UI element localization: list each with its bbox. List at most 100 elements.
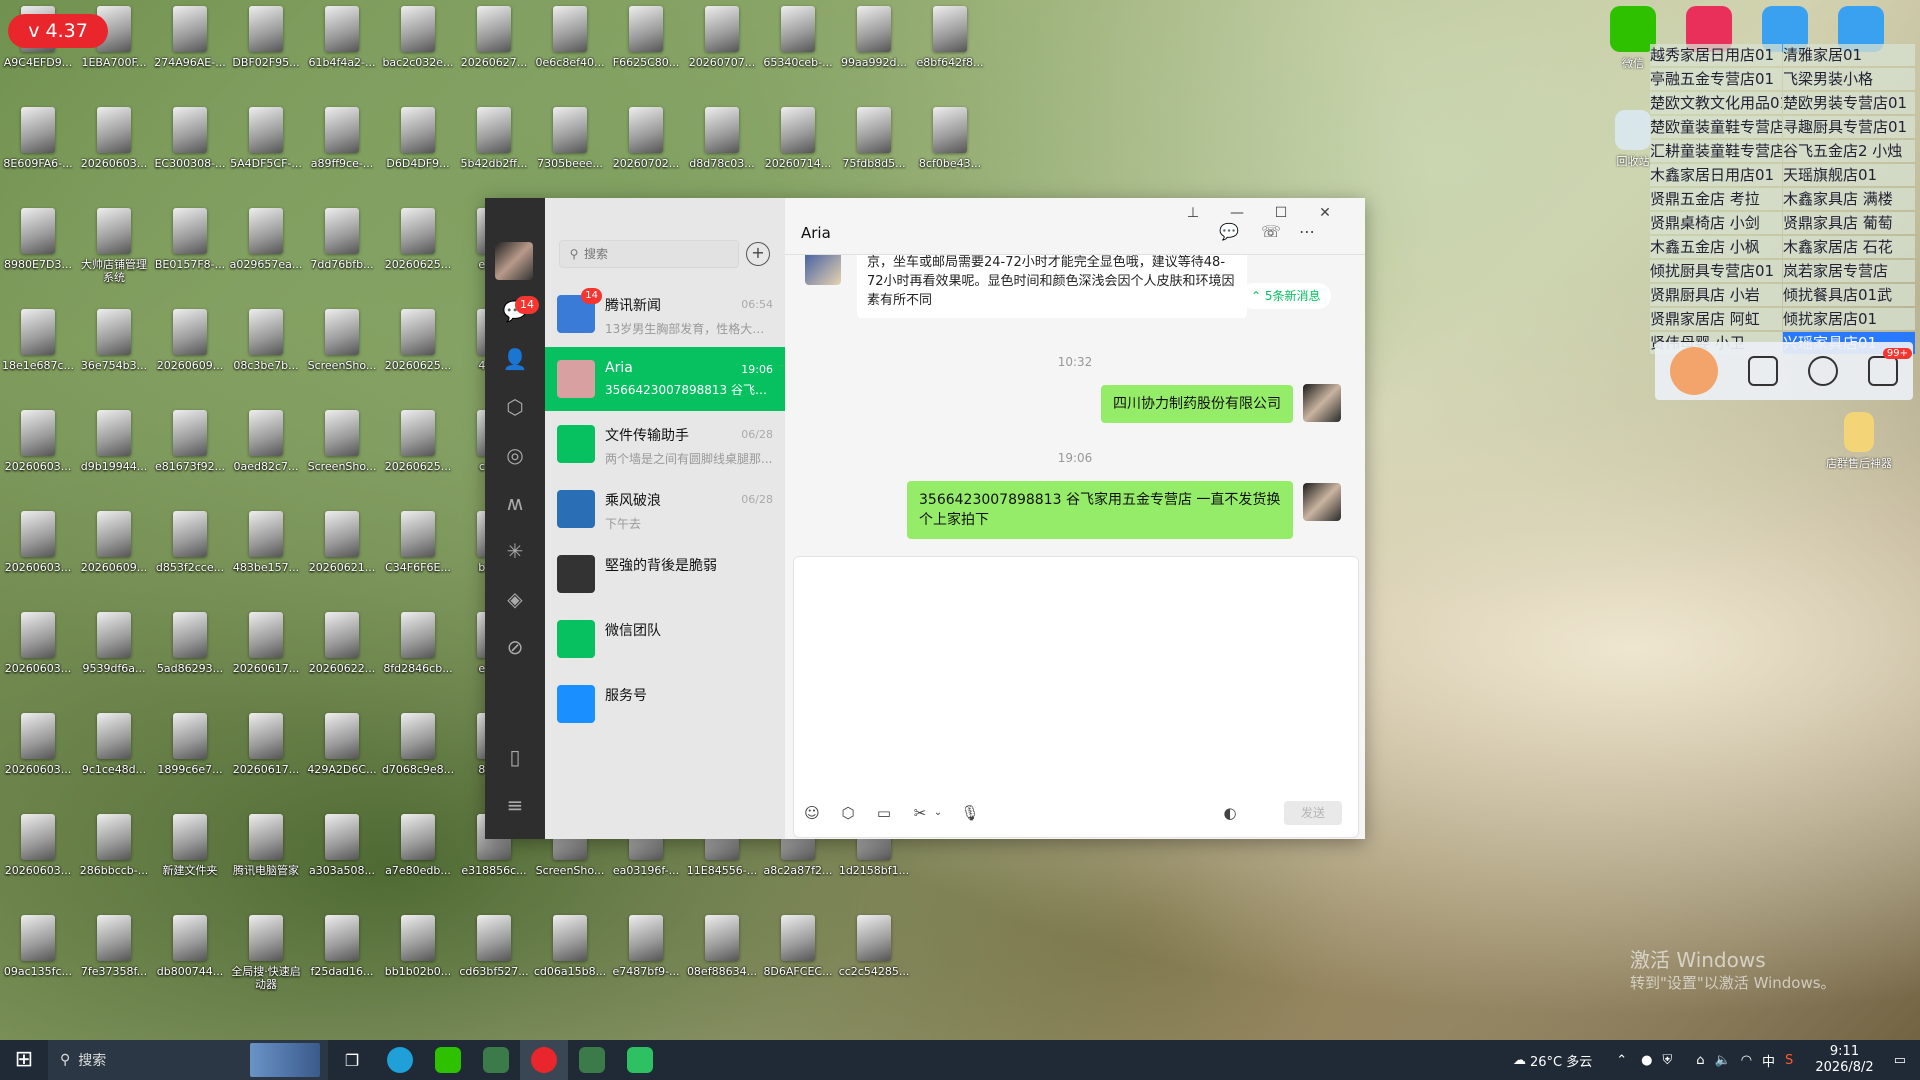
chat-icon[interactable] — [1808, 356, 1838, 386]
desktop-icon[interactable]: e7487bf9-... — [608, 909, 684, 1007]
avatar[interactable] — [495, 242, 533, 280]
pin-button[interactable]: ⊥ — [1175, 202, 1211, 224]
store-item[interactable]: 木鑫家居日用店01 — [1650, 164, 1782, 186]
desktop-icon[interactable]: 20260707... — [684, 0, 760, 98]
desktop-icon[interactable]: a7e80edb... — [380, 808, 456, 906]
store-manager-2-taskbar-icon[interactable] — [568, 1040, 616, 1080]
desktop-icon[interactable]: 新建文件夹 — [152, 808, 228, 906]
desktop-icon[interactable]: bb1b02b0... — [380, 909, 456, 1007]
desktop-icon[interactable]: e81673f92... — [152, 404, 228, 502]
clock[interactable]: 9:11 2026/8/2 — [1815, 1044, 1873, 1076]
desktop-icon[interactable]: cd63bf527... — [456, 909, 532, 1007]
green-app-taskbar-icon[interactable] — [616, 1040, 664, 1080]
desktop-icon[interactable]: 75fdb8d5... — [836, 101, 912, 199]
emoji-icon[interactable]: ☺ — [800, 801, 824, 825]
windows-start-icon[interactable]: ⊞ — [0, 1040, 48, 1080]
desktop-icon[interactable]: 7305beee... — [532, 101, 608, 199]
desktop-icon[interactable]: 5b42db2ff... — [456, 101, 532, 199]
red-app-taskbar-icon[interactable] — [520, 1040, 568, 1080]
wechat-taskbar-icon[interactable] — [424, 1040, 472, 1080]
wifi-icon[interactable]: ◠ — [1741, 1053, 1752, 1068]
desktop-icon[interactable]: 65340ceb-... — [760, 0, 836, 98]
weather-text[interactable]: 26°C 多云 — [1530, 1051, 1592, 1070]
chat-list-item[interactable]: 文件传输助手 两个墙是之间有圆脚线桌腿那... 06/28 — [545, 412, 785, 476]
desktop-icon[interactable]: 20260603... — [0, 707, 76, 805]
desktop-icon[interactable]: 7fe37358f... — [76, 909, 152, 1007]
desktop-icon[interactable]: 8fd2846cb... — [380, 606, 456, 704]
chat-list-item[interactable]: 服务号 — [545, 672, 785, 736]
desktop-icon[interactable]: a89ff9ce-... — [304, 101, 380, 199]
desktop-icon[interactable]: 20260617... — [228, 606, 304, 704]
desktop-icon[interactable]: cc2c54285... — [836, 909, 912, 1007]
search-input[interactable] — [582, 246, 726, 262]
contacts-icon[interactable]: 👤 — [502, 346, 528, 372]
store-item[interactable]: 亭融五金专营店01 — [1650, 68, 1782, 90]
desktop-icon[interactable]: 8E609FA6-... — [0, 101, 76, 199]
store-item[interactable]: 越秀家居日用店01 — [1650, 44, 1782, 66]
desktop-icon[interactable]: 9c1ce48d... — [76, 707, 152, 805]
store-manager-taskbar-icon[interactable] — [472, 1040, 520, 1080]
call-icon[interactable]: ☏ — [1259, 222, 1283, 246]
channels-icon[interactable]: ʍ — [502, 490, 528, 516]
desktop-icon[interactable]: 20260609... — [152, 303, 228, 401]
store-item[interactable]: 贤鼎家具店 葡萄 — [1783, 212, 1915, 234]
desktop-icon[interactable]: 20260702... — [608, 101, 684, 199]
phone-icon[interactable]: ▯ — [502, 744, 528, 770]
discover-icon[interactable]: ✳ — [502, 538, 528, 564]
desktop-icon[interactable]: D6D4DF9... — [380, 101, 456, 199]
desktop-icon[interactable]: 大帅店铺管理系统 — [76, 202, 152, 300]
desktop-icon[interactable]: 20260603... — [0, 808, 76, 906]
taskbar-search[interactable]: ⚲ 搜索 — [48, 1040, 328, 1080]
desktop-icon[interactable]: db800744... — [152, 909, 228, 1007]
desktop-icon[interactable]: 20260627... — [456, 0, 532, 98]
messages-button[interactable]: 99+ — [1868, 348, 1912, 386]
close-button[interactable]: ✕ — [1307, 202, 1343, 224]
mini-programs-icon[interactable]: ◈ — [502, 586, 528, 612]
store-item[interactable]: 倾扰厨具专营店01 — [1650, 260, 1782, 282]
chevron-up-icon[interactable]: ⌃ — [1616, 1053, 1627, 1068]
store-item[interactable]: 木鑫家居店 石花 — [1783, 236, 1915, 258]
store-item[interactable]: 飞梁男装小格 — [1783, 68, 1915, 90]
shield-icon[interactable]: ⛨ — [1662, 1053, 1672, 1068]
desktop-icon[interactable]: 20260603... — [0, 606, 76, 704]
desktop-icon[interactable]: 0aed82c7... — [228, 404, 304, 502]
sogou-icon[interactable]: S — [1785, 1053, 1793, 1068]
desktop-icon[interactable]: 7dd76bfb... — [304, 202, 380, 300]
desktop-icon[interactable]: 18e1e687c... — [0, 303, 76, 401]
desktop-icon[interactable]: 5ad86293... — [152, 606, 228, 704]
desktop-icon[interactable]: 286bbccb-... — [76, 808, 152, 906]
store-item[interactable]: 木鑫家具店 满楼 — [1783, 188, 1915, 210]
store-item[interactable]: 楚欧男装专营店01 — [1783, 92, 1915, 114]
search-icon[interactable]: ⊘ — [502, 634, 528, 660]
desktop-icon[interactable]: 腾讯电脑管家 — [228, 808, 304, 906]
new-messages-button[interactable]: ⌃ 5条新消息 — [1241, 283, 1331, 309]
desktop-icon[interactable]: DBF02F95... — [228, 0, 304, 98]
desktop-icon[interactable]: ScreenSho... — [304, 404, 380, 502]
avatar[interactable] — [1303, 384, 1341, 422]
desktop-icon[interactable]: 20260625... — [380, 404, 456, 502]
microphone-icon[interactable]: 🎙 — [958, 801, 982, 825]
desktop-icon[interactable]: 20260621... — [304, 505, 380, 603]
store-item[interactable]: 汇耕童装童鞋专营店 — [1650, 140, 1782, 162]
desktop-icon[interactable]: 36e754b3... — [76, 303, 152, 401]
desktop-icon[interactable]: F6625C80... — [608, 0, 684, 98]
maximize-button[interactable]: ☐ — [1263, 202, 1299, 224]
desktop-icon[interactable]: bac2c032e... — [380, 0, 456, 98]
desktop-icon[interactable]: 8cf0be43... — [912, 101, 988, 199]
moments-icon[interactable]: ◎ — [502, 442, 528, 468]
desktop-icon-tool[interactable]: 店群售后神器 — [1826, 412, 1892, 471]
desktop-icon[interactable]: 1899c6e7... — [152, 707, 228, 805]
store-item[interactable]: 贤鼎家居店 阿虹 — [1650, 308, 1782, 330]
version-badge[interactable]: v 4.37 — [8, 14, 108, 48]
avatar[interactable] — [1303, 483, 1341, 521]
chat-list-item[interactable]: 乘风破浪 下午去 06/28 — [545, 477, 785, 541]
chat-bubble-icon[interactable]: 💬 — [1217, 222, 1241, 246]
desktop-icon[interactable]: 429A2D6C... — [304, 707, 380, 805]
chat-list-item[interactable]: Aria 3566423007898813 谷飞家... 19:06 — [545, 347, 785, 411]
desktop-icon[interactable]: d8d78c03... — [684, 101, 760, 199]
desktop-icon[interactable]: 20260714... — [760, 101, 836, 199]
store-item[interactable]: 贤鼎厨具店 小岩 — [1650, 284, 1782, 306]
desktop-icon[interactable]: 9539df6a... — [76, 606, 152, 704]
desktop-icon[interactable]: 08ef88634... — [684, 909, 760, 1007]
store-item[interactable]: 天瑶旗舰店01 — [1783, 164, 1915, 186]
